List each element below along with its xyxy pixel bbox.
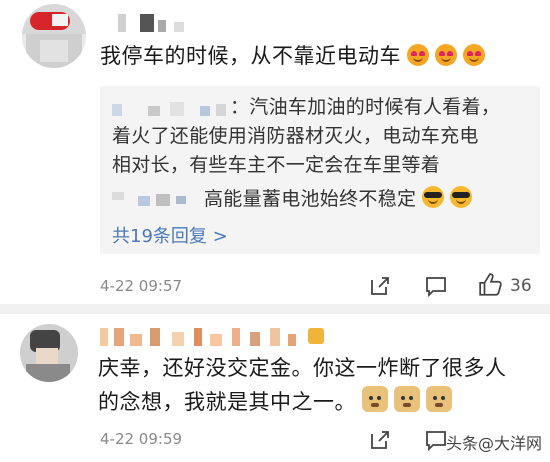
reply-username-blurred[interactable] xyxy=(112,100,232,118)
reply-username-blurred[interactable] xyxy=(112,186,192,206)
view-more-replies-link[interactable]: 共19条回复 > xyxy=(112,222,228,248)
share-icon[interactable] xyxy=(368,274,392,298)
reply-line: 着火了还能使用消防器材灭火，电动车充电 xyxy=(112,125,479,147)
comment-1: 我停车的时候，从不靠近电动车 ：汽油车加油的时候有人看着， 着火了还能使用消防器… xyxy=(0,0,550,304)
watermark: 头条@大洋网 xyxy=(445,434,542,453)
username-blurred[interactable] xyxy=(100,328,330,346)
like-count: 36 xyxy=(510,276,532,296)
comment-icon[interactable] xyxy=(424,428,448,452)
avatar[interactable] xyxy=(20,324,78,382)
doge-emoji xyxy=(362,386,388,412)
comment-time: 4-22 09:59 xyxy=(100,430,183,448)
reply-line: 相对长，有些车主不一定会在车里等着 xyxy=(112,154,441,176)
avatar[interactable] xyxy=(22,4,86,68)
reply-line: 高能量蓄电池始终不稳定 xyxy=(204,184,473,214)
heart-eyes-emoji xyxy=(407,44,429,66)
doge-emoji xyxy=(394,386,420,412)
heart-eyes-emoji xyxy=(463,44,485,66)
share-icon[interactable] xyxy=(368,428,392,452)
heart-eyes-emoji xyxy=(435,44,457,66)
comment-time: 4-22 09:57 xyxy=(100,277,183,295)
comment-text: 的念想，我就是其中之一。 xyxy=(98,386,452,418)
comment-icon[interactable] xyxy=(424,274,448,298)
comment-text: 我停车的时候，从不靠近电动车 xyxy=(100,40,485,72)
thumbs-up-icon[interactable] xyxy=(478,272,504,298)
comment-divider xyxy=(0,304,550,314)
reply-line: ：汽油车加油的时候有人看着， xyxy=(230,96,501,118)
sunglasses-emoji xyxy=(450,186,473,208)
sunglasses-emoji xyxy=(422,186,445,208)
doge-emoji xyxy=(426,386,452,412)
username-blurred[interactable] xyxy=(118,14,188,32)
comment-text: 庆幸，还好没交定金。你这一炸断了很多人 xyxy=(98,356,507,380)
